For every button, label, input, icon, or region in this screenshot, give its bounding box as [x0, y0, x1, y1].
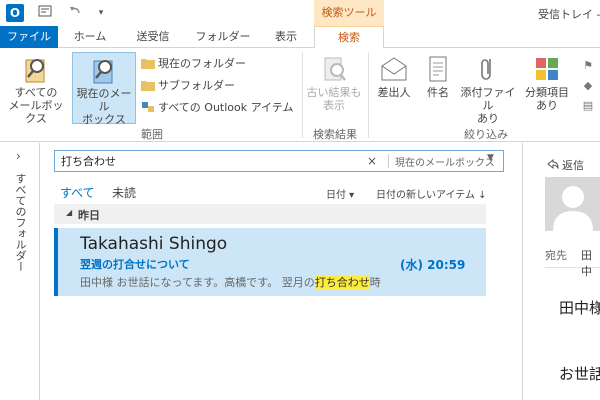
current-mailbox-button[interactable]: 現在のメール ボックス — [72, 52, 136, 126]
preview-text: 田中様 お世話になってます。高橋です。 翌月の — [80, 276, 315, 289]
ribbon: すべての メールボックス 現在のメール ボックス 現在のフォルダー サブフォルダ… — [0, 48, 600, 142]
more-icon: ▤ — [582, 99, 594, 112]
tab-search[interactable]: 検索 — [314, 26, 384, 49]
current-mailbox-search-icon — [93, 60, 113, 84]
paperclip-icon — [481, 59, 491, 80]
mail-preview: 田中様 お世話になってます。高橋です。 翌月の打ち合わせ時 — [80, 274, 381, 290]
refine-group-label: 絞り込み — [464, 128, 508, 141]
tab-send-receive[interactable]: 送受信 — [124, 26, 182, 48]
important-icon: ◆ — [583, 79, 593, 92]
message-body-line: 田中様 — [559, 299, 600, 317]
envelope-person-icon — [381, 57, 407, 81]
older-results-icon — [324, 57, 346, 81]
ribbon-tabs: ファイル ホーム 送受信 フォルダー 表示 検索 — [0, 26, 600, 49]
folder-pane-collapsed: › すべてのフォルダー — [0, 143, 40, 400]
current-mailbox-label: 現在のメール ボックス — [76, 87, 132, 126]
sender-avatar — [545, 177, 600, 231]
subject-button[interactable]: 件名 — [420, 54, 456, 124]
categories-icon — [536, 58, 558, 80]
title-bar: O ▾ 検索ツール 受信トレイ - — [0, 0, 600, 26]
filter-all[interactable]: すべて — [60, 184, 95, 201]
all-mailboxes-label: すべての メールボックス — [8, 86, 64, 125]
to-label: 宛先 — [545, 249, 567, 262]
ribbon-separator — [302, 52, 303, 138]
tab-home[interactable]: ホーム — [66, 26, 114, 48]
more-refine-icons[interactable]: ⚑ ◆ ▤ — [576, 56, 600, 116]
send-receive-icon[interactable] — [36, 4, 54, 22]
older-results-button[interactable]: 古い結果も 表示 — [306, 54, 362, 124]
group-header-label: 昨日 — [78, 209, 100, 222]
flag-icon: ⚑ — [583, 59, 593, 72]
reply-label: 返信 — [562, 159, 584, 172]
has-attachments-button[interactable]: 添付ファイル あり — [458, 54, 518, 125]
expand-folder-pane-icon[interactable]: › — [16, 149, 21, 163]
categorized-button[interactable]: 分類項目 あり — [520, 54, 574, 124]
current-folder-button[interactable]: 現在のフォルダー — [141, 56, 246, 72]
document-icon — [429, 56, 447, 82]
clear-search-icon[interactable]: × — [365, 153, 379, 169]
tab-folder[interactable]: フォルダー — [190, 26, 256, 48]
folder-icon — [141, 59, 155, 69]
outlook-items-icon — [142, 102, 154, 112]
older-results-label: 古い結果も 表示 — [306, 86, 362, 112]
tab-file[interactable]: ファイル — [0, 26, 58, 48]
sort-by-dropdown[interactable]: 日付 ▾ — [326, 186, 354, 201]
all-mailboxes-button[interactable]: すべての メールボックス — [4, 54, 68, 125]
undo-icon[interactable] — [66, 4, 84, 22]
from-button[interactable]: 差出人 — [372, 54, 416, 124]
subfolder-icon — [141, 81, 155, 91]
results-group-label: 検索結果 — [313, 128, 357, 141]
mail-subject: 翌週の打合せについて — [80, 258, 190, 271]
preview-text-end: 時 — [369, 276, 381, 289]
customize-toolbar-icon[interactable]: ▾ — [92, 4, 110, 22]
has-attachments-label: 添付ファイル あり — [460, 86, 516, 125]
mail-sender: Takahashi Shingo — [80, 234, 228, 254]
reply-button[interactable]: 返信 — [547, 157, 584, 173]
from-label: 差出人 — [377, 86, 411, 99]
tab-view[interactable]: 表示 — [264, 26, 308, 48]
search-highlight: 打ち合わせ — [314, 276, 370, 289]
ribbon-separator-2 — [368, 52, 369, 138]
message-body-line: お世話 — [559, 365, 600, 383]
mailbox-search-icon — [25, 59, 45, 83]
all-folders-label[interactable]: すべてのフォルダー — [12, 173, 28, 272]
to-value: 田中 — [581, 249, 592, 278]
mail-list-item[interactable]: Takahashi Shingo 翌週の打合せについて (水) 20:59 田中… — [54, 228, 486, 296]
search-scope-dropdown[interactable]: 現在のメールボックス — [395, 154, 495, 169]
mail-time: (水) 20:59 — [400, 258, 466, 272]
collapse-triangle-icon[interactable]: ◢ — [66, 208, 72, 217]
filter-unread[interactable]: 未読 — [112, 184, 136, 201]
sort-order-toggle[interactable]: 日付の新しいアイテム ↓ — [376, 186, 487, 201]
search-box[interactable]: × 現在のメールボックス ▼ — [54, 150, 504, 172]
reply-icon — [547, 158, 559, 172]
scope-group-label: 範囲 — [141, 128, 163, 141]
categorized-label: 分類項目 あり — [525, 86, 569, 112]
search-separator — [388, 154, 389, 168]
all-outlook-items-button[interactable]: すべての Outlook アイテム — [141, 100, 294, 116]
search-tools-header: 検索ツール — [314, 0, 384, 26]
reading-pane: 返信 宛先 田中 田中様 お世話 — [522, 143, 600, 400]
outlook-app-icon: O — [6, 4, 24, 22]
search-input[interactable] — [61, 153, 361, 169]
subfolders-button[interactable]: サブフォルダー — [141, 78, 235, 94]
subject-label: 件名 — [427, 86, 449, 99]
group-header-yesterday[interactable]: ◢ 昨日 — [54, 204, 486, 224]
chevron-down-icon[interactable]: ▼ — [487, 153, 494, 163]
window-title: 受信トレイ - — [538, 8, 600, 21]
